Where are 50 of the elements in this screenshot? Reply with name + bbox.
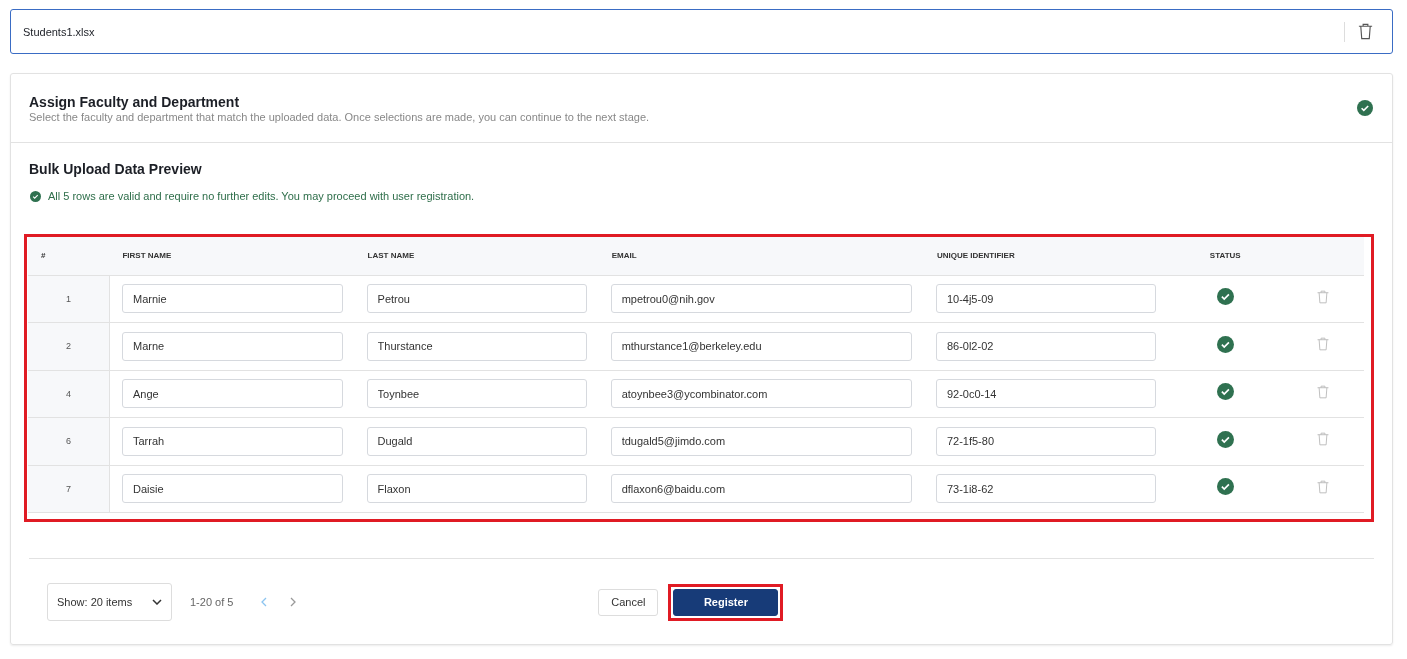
column-header: LAST NAME <box>354 237 599 275</box>
table-input-field[interactable]: Ange <box>122 379 343 409</box>
table-input-field[interactable]: Daisie <box>122 474 343 504</box>
delete-file-icon[interactable] <box>1357 23 1374 40</box>
table-input-field[interactable]: Tarrah <box>122 426 343 456</box>
table-input-field[interactable]: 86-0l2-02 <box>935 331 1157 361</box>
table-input-field[interactable]: Toynbee <box>366 379 587 409</box>
previous-page-button[interactable] <box>261 597 268 607</box>
delete-row-icon[interactable] <box>1316 337 1331 352</box>
table-input-field[interactable]: Marne <box>122 331 343 361</box>
delete-row-icon[interactable] <box>1316 384 1331 399</box>
table-input-field[interactable]: 10-4j5-09 <box>935 284 1157 314</box>
preview-title: Bulk Upload Data Preview <box>29 161 203 177</box>
chevron-down-icon <box>152 599 162 605</box>
table-input-field[interactable]: 92-0c0-14 <box>935 379 1157 409</box>
row-number: 1 <box>28 275 110 323</box>
validation-message: All 5 rows are valid and require no further edits. You may proceed with user registration. <box>48 190 475 202</box>
table-input-field[interactable]: Flaxon <box>366 474 587 504</box>
column-header: UNIQUE IDENTIFIER <box>923 237 1169 275</box>
row-number: 4 <box>28 370 110 418</box>
column-header: STATUS <box>1168 237 1283 275</box>
section-title: Assign Faculty and Department <box>29 93 241 110</box>
table-input-field[interactable]: 72-1f5-80 <box>935 426 1157 456</box>
register-button[interactable]: Register <box>673 588 779 616</box>
section-description: Select the faculty and department that match the uploaded data. Once selections are made, you can continue to the next stage. <box>29 110 651 123</box>
table-input-field[interactable]: 73-1i8-62 <box>935 474 1157 504</box>
check-icon <box>30 190 41 202</box>
table-input-field[interactable]: tdugald5@jimdo.com <box>610 426 912 456</box>
next-page-button[interactable] <box>290 597 297 607</box>
delete-row-icon[interactable] <box>1316 479 1331 494</box>
delete-row-icon[interactable] <box>1316 289 1331 304</box>
table-input-field[interactable]: mpetrou0@nih.gov <box>610 284 912 314</box>
file-name: Students1.xlsx <box>23 25 96 38</box>
table-input-field[interactable]: Petrou <box>366 284 587 314</box>
column-header: FIRST NAME <box>109 237 355 275</box>
column-header: EMAIL <box>598 237 924 275</box>
row-number: 2 <box>28 322 110 370</box>
delete-row-icon[interactable] <box>1316 432 1331 447</box>
column-header: # <box>28 237 110 275</box>
table-input-field[interactable]: Dugald <box>366 426 587 456</box>
page-size-select[interactable]: Show: 20 items <box>47 583 172 621</box>
page-range: 1-20 of 5 <box>190 596 234 608</box>
row-number: 6 <box>28 417 110 465</box>
row-number: 7 <box>28 465 110 513</box>
table-input-field[interactable]: mthurstance1@berkeley.edu <box>610 331 912 361</box>
table-input-field[interactable]: Thurstance <box>366 331 587 361</box>
cancel-button[interactable]: Cancel <box>598 588 659 616</box>
table-input-field[interactable]: atoynbee3@ycombinator.com <box>610 379 912 409</box>
table-input-field[interactable]: dflaxon6@baidu.com <box>610 474 912 504</box>
table-input-field[interactable]: Marnie <box>122 284 343 314</box>
